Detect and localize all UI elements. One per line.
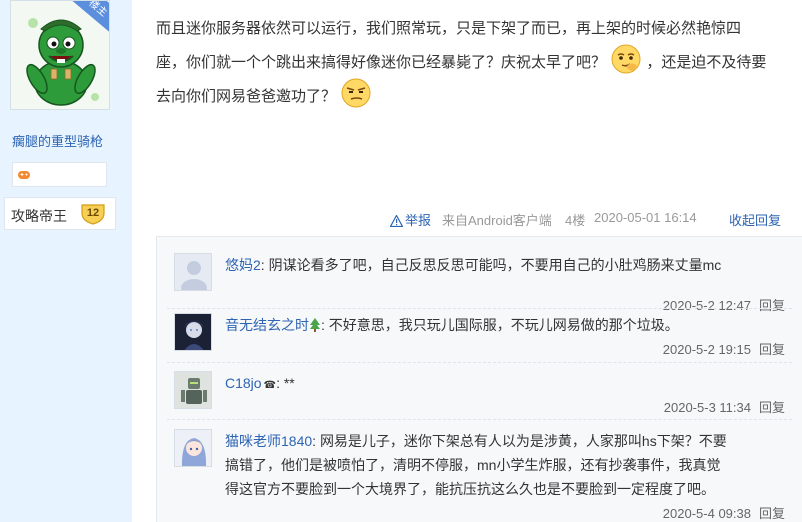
reply-content: 悠妈2: 阴谋论看多了吧，自己反思反思可能吗，不要用自己的小肚鸡肠来丈量mc — [225, 253, 785, 277]
reply-button[interactable]: 回复 — [759, 400, 785, 415]
post-line-3: 去向你们网易爸爸邀功了？ — [156, 77, 796, 111]
post-line-2: 座，你们就一个个跳出来搞得好像迷你已经暴毙了？庆祝太早了吧？ ，还是迫不及待要 — [156, 43, 796, 77]
reply-button[interactable]: 回复 — [759, 506, 785, 521]
collapse-replies-link[interactable]: 收起回复 — [729, 210, 781, 229]
reply-time: 2020-5-3 11:34 — [663, 400, 751, 415]
author-avatar[interactable]: 楼主 — [10, 0, 110, 110]
reply-time: 2020-5-2 19:15 — [662, 342, 751, 357]
level-number: 12 — [86, 207, 100, 219]
reply-button[interactable]: 回复 — [759, 342, 785, 357]
reply-list: 悠妈2: 阴谋论看多了吧，自己反思反思可能吗，不要用自己的小肚鸡肠来丈量mc 2… — [156, 236, 802, 522]
reply-meta: 2020-5-2 12:47 回复 — [663, 295, 785, 314]
smug-face-emoji-icon — [611, 44, 641, 74]
reply-text: 阴谋论看多了吧，自己反思反思可能吗，不要用自己的小肚鸡肠来丈量mc — [268, 257, 722, 273]
post-line-2b: ，还是迫不及待要 — [646, 54, 767, 71]
post-line-1: 而且迷你服务器依然可以运行，我们照常玩，只是下架了而已，再上架的时候必然艳惊四 — [156, 20, 742, 37]
reply-avatar[interactable] — [174, 313, 212, 351]
reply-divider — [167, 308, 792, 309]
report-label: 举报 — [405, 213, 432, 228]
reply-time: 2020-5-4 09:38 — [662, 506, 751, 521]
reply-avatar[interactable] — [174, 429, 212, 467]
report-link[interactable]: 举报 — [390, 210, 431, 229]
reply-meta: 2020-5-4 09:38 回复 — [663, 503, 785, 522]
reply-colon: : — [260, 257, 269, 273]
author-sidebar: 楼主 瘸腿的重型骑枪 攻略帝王 12 — [0, 0, 132, 522]
reply-text: ** — [283, 375, 295, 391]
game-badge-box — [12, 162, 107, 187]
reply-username[interactable]: 猫咪老师1840 — [225, 433, 312, 449]
reply-meta: 2020-5-2 19:15 回复 — [663, 339, 785, 358]
tree-icon — [310, 318, 320, 332]
reply-line-2: 搞错了，他们是被喷怕了，清明不停服，mn小学生炸服，还有抄袭事件，我真觉 — [225, 457, 721, 473]
reply-username[interactable]: C18jo — [225, 375, 262, 391]
robot-avatar-image — [175, 372, 211, 408]
phone-icon: ☎ — [263, 380, 277, 391]
reply-time: 2020-5-2 12:47 — [662, 298, 751, 313]
warning-icon — [390, 215, 403, 227]
reply-divider — [167, 419, 792, 420]
post-line-2a: 座，你们就一个个跳出来搞得好像迷你已经暴毙了？庆祝太早了吧？ — [156, 54, 607, 71]
post-client: 来自Android客户端 — [442, 213, 552, 228]
reply-line-1: 猫咪老师1840: 网易是儿子，迷你下架总有人以为是涉黄，人家那叫hs下架？不要 — [225, 429, 785, 453]
reply-colon: : — [321, 317, 329, 333]
reply-colon: : — [312, 433, 320, 449]
reply-text: 网易是儿子，迷你下架总有人以为是涉黄，人家那叫hs下架？不要 — [319, 433, 727, 449]
author-username[interactable]: 瘸腿的重型骑枪 — [12, 131, 103, 150]
post-time: 2020-05-01 16:14 — [594, 210, 697, 225]
reply-text: 不好意思，我只玩儿国际服，不玩儿网易做的那个垃圾。 — [328, 317, 679, 333]
anime-avatar-image — [175, 314, 211, 350]
reply-divider — [167, 362, 792, 363]
reply-colon: : — [276, 375, 284, 391]
reply-username[interactable]: 音无结玄之时 — [225, 317, 309, 333]
gamepad-icon[interactable] — [17, 168, 31, 182]
default-avatar-image — [175, 254, 211, 290]
reply-line-3: 得这官方不要脸到一个大境界了，能抗压抗这么久也是不要脸到一定程度了吧。 — [225, 481, 715, 497]
reply-avatar[interactable] — [174, 253, 212, 291]
reply-content: 猫咪老师1840: 网易是儿子，迷你下架总有人以为是涉黄，人家那叫hs下架？不要… — [225, 429, 785, 501]
reply-button[interactable]: 回复 — [759, 298, 785, 313]
reply-avatar[interactable] — [174, 371, 212, 409]
author-rank-title: 攻略帝王 — [11, 208, 67, 224]
reply-content: 音无结玄之时: 不好意思，我只玩儿国际服，不玩儿网易做的那个垃圾。 — [225, 313, 785, 337]
reply-meta: 2020-5-3 11:34 回复 — [664, 397, 785, 416]
smirk-face-emoji-icon — [341, 78, 371, 108]
post-content: 而且迷你服务器依然可以运行，我们照常玩，只是下架了而已，再上架的时候必然艳惊四 … — [156, 14, 796, 111]
post-line-3-text: 去向你们网易爸爸邀功了？ — [156, 88, 337, 105]
level-badge: 12 — [80, 203, 106, 225]
post-floor: 4楼 — [565, 213, 586, 228]
author-rank-box: 攻略帝王 12 — [4, 197, 116, 230]
reply-username[interactable]: 悠妈2 — [225, 257, 261, 273]
reply-content: C18jo ☎: ** — [225, 371, 785, 398]
anime-girl-avatar-image — [175, 430, 211, 466]
